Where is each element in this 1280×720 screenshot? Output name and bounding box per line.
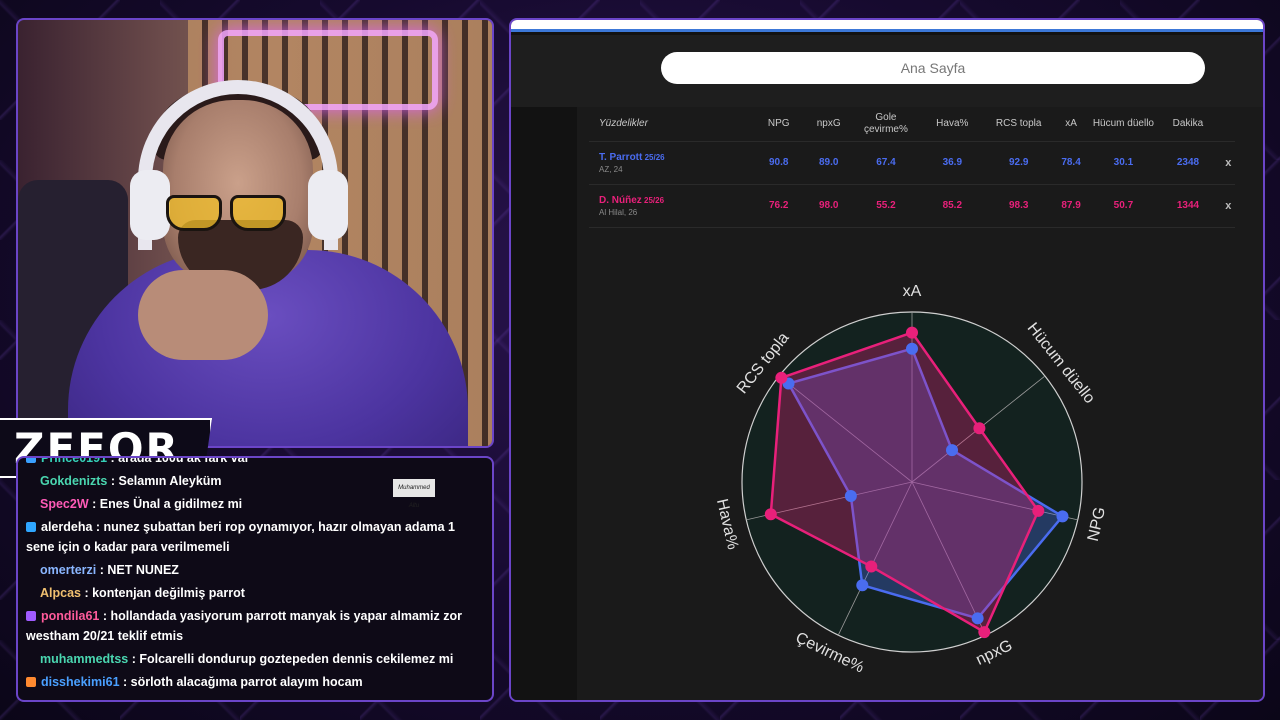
player-cell: D. Núñez 25/26 Al Hilal, 26 — [589, 184, 755, 228]
chat-message: omerterzi : NET NUNEZ — [26, 558, 484, 581]
remove-player-button[interactable]: x — [1221, 184, 1235, 228]
radar-point — [844, 489, 857, 502]
stat-value: 98.3 — [987, 184, 1050, 228]
column-header: Hava% — [916, 107, 988, 142]
radar-point — [946, 444, 959, 457]
chat-sticker: Muhammed Altu — [393, 479, 435, 509]
player-name: D. Núñez — [599, 194, 642, 206]
radar-point — [856, 579, 869, 592]
column-header: Yüzdelikler — [589, 107, 755, 142]
chat-text: : arada 100u ak fark var — [107, 456, 250, 465]
chat-message: alerdeha : nunez şubattan beri rop oynam… — [26, 515, 484, 558]
chat-username[interactable]: Alpcas — [40, 586, 81, 600]
browser-top-bar — [511, 20, 1263, 32]
chat-username[interactable]: Spec2W — [40, 497, 89, 511]
headphone-cup-right — [308, 170, 348, 240]
radar-point — [906, 342, 918, 355]
radar-axis-label: NPG — [1085, 505, 1109, 543]
chat-username[interactable]: muhammedtss — [40, 652, 128, 666]
stat-value: 85.2 — [916, 184, 988, 228]
side-strip — [511, 107, 577, 700]
stat-value: 1344 — [1154, 184, 1222, 228]
column-header: Dakika — [1154, 107, 1222, 142]
chat-panel: Prince0191 : arada 100u ak fark var Gokde… — [16, 456, 494, 702]
chat-message: Prince0191 : arada 100u ak fark var — [26, 456, 484, 469]
stat-value: 78.4 — [1049, 141, 1093, 185]
stat-value: 90.8 — [754, 141, 803, 185]
chat-message: Alpcas : kontenjan değilmiş parrot — [26, 581, 484, 604]
radar-point — [973, 422, 986, 435]
radar-axis-label: xA — [903, 283, 922, 300]
stat-value: 76.2 — [754, 184, 803, 228]
stat-value: 89.0 — [802, 141, 855, 185]
chat-username[interactable]: Prince0191 — [41, 458, 107, 465]
radar-chart: xAHücum düelloNPGnpxGÇevirme%Hava%RCS to… — [713, 283, 1109, 676]
radar-point — [775, 371, 788, 384]
radar-point — [1056, 510, 1069, 523]
table-header-row: Yüzdelikler NPG npxG Gole çevirme% Hava% RCS … — [589, 107, 1235, 142]
chat-text: : sörloth alacağıma parrot alayım hocam — [119, 674, 363, 689]
radar-axis-label: npxG — [973, 637, 1015, 669]
radar-point — [1032, 504, 1045, 517]
percentile-table: Yüzdelikler NPG npxG Gole çevirme% Hava% RCS … — [589, 107, 1235, 228]
chat-text: : Enes Ünal a gidilmez mi — [88, 496, 243, 511]
chat-badge-icon — [26, 676, 36, 687]
chat-badge-icon — [26, 610, 36, 621]
radar-point — [906, 326, 918, 339]
stat-value: 50.7 — [1092, 184, 1155, 228]
player-cell: T. Parrott 25/26 AZ, 24 — [589, 141, 755, 185]
player-club: AZ, 24 — [599, 164, 623, 174]
chat-username[interactable]: pondila61 — [41, 609, 99, 623]
stat-value: 36.9 — [916, 141, 988, 185]
radar-point — [764, 508, 777, 521]
chat-username[interactable]: Gokdenizts — [40, 474, 107, 488]
chat-message: disshekimi61 : sörloth alacağıma parrot … — [26, 670, 484, 693]
chat-username[interactable]: disshekimi61 — [41, 675, 120, 689]
chat-text: : kontenjan değilmiş parrot — [81, 585, 245, 600]
stat-value: 30.1 — [1092, 141, 1155, 185]
remove-player-button[interactable]: x — [1221, 141, 1235, 185]
radar-axis-label: Hava% — [713, 497, 741, 551]
player-club: Al Hilal, 26 — [599, 207, 638, 217]
player-season: 25/26 — [641, 195, 665, 205]
chat-username[interactable]: omerterzi — [40, 563, 96, 577]
stat-value: 87.9 — [1049, 184, 1093, 228]
radar-point — [978, 626, 991, 639]
stat-value: 2348 — [1154, 141, 1222, 185]
chat-text: : Selamın Aleyküm — [107, 473, 222, 488]
chat-text: : NET NUNEZ — [96, 562, 179, 577]
column-header: Gole çevirme% — [854, 107, 917, 142]
table-row: D. Núñez 25/26 Al Hilal, 26 76.2 98.0 55.2 85… — [589, 184, 1235, 228]
chat-badge-icon — [26, 458, 36, 463]
radar-point — [865, 560, 878, 573]
chat-text: : Folcarelli dondurup goztepeden dennis … — [128, 651, 454, 666]
column-header: NPG — [754, 107, 803, 142]
radar-point — [971, 612, 984, 625]
stat-value: 98.0 — [802, 184, 855, 228]
stat-value: 67.4 — [854, 141, 917, 185]
column-header: RCS topla — [987, 107, 1050, 142]
chat-badge-icon — [26, 521, 36, 532]
chat-message: muhammedtss : Folcarelli dondurup goztep… — [26, 647, 484, 670]
webcam-feed — [16, 18, 494, 448]
stat-value: 55.2 — [854, 184, 917, 228]
player-name: T. Parrott — [599, 151, 643, 163]
comparison-content: Yüzdelikler NPG npxG Gole çevirme% Hava% RCS … — [577, 107, 1263, 700]
home-button[interactable]: Ana Sayfa — [661, 52, 1205, 84]
chat-message: pondila61 : hollandada yasiyorum parrott… — [26, 604, 484, 647]
stat-value: 92.9 — [987, 141, 1050, 185]
column-header: Hücum düello — [1092, 107, 1155, 142]
glasses — [160, 195, 290, 235]
streamer-hand — [138, 270, 268, 360]
browser-window: Ana Sayfa Yüzdelikler NPG npxG Gole çevirme… — [509, 18, 1265, 702]
chat-username[interactable]: alerdeha — [41, 520, 92, 534]
nav-area: Ana Sayfa — [511, 35, 1263, 107]
column-header: npxG — [802, 107, 855, 142]
table-row: T. Parrott 25/26 AZ, 24 90.8 89.0 67.4 36.9 92… — [589, 141, 1235, 185]
player-season: 25/26 — [642, 152, 665, 162]
column-header: xA — [1049, 107, 1093, 142]
